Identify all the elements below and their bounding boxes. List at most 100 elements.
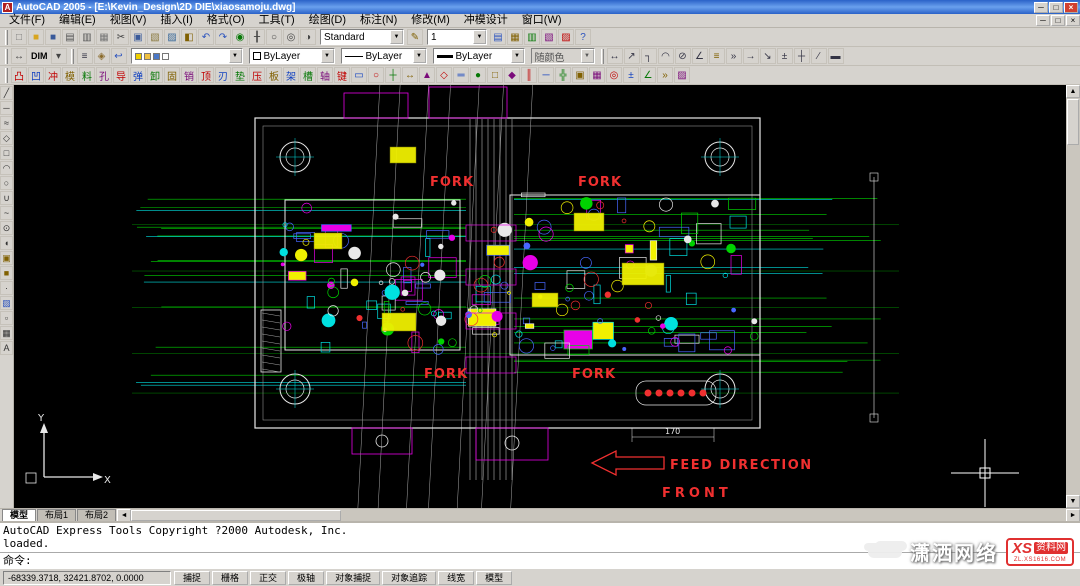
express-tool-18-icon[interactable]: ∠ [640, 67, 656, 83]
slot-icon[interactable]: 槽 [300, 67, 316, 83]
mdi-restore-button[interactable]: □ [1051, 15, 1065, 26]
style-brush-icon[interactable]: ✎ [407, 29, 423, 45]
publish-icon[interactable]: ▦ [96, 29, 112, 45]
press-icon[interactable]: 压 [249, 67, 265, 83]
minimize-button[interactable]: ─ [1034, 2, 1048, 13]
quick-dim-icon[interactable]: ≡ [709, 48, 725, 64]
dim-linear-icon[interactable]: ↔ [607, 48, 623, 64]
sheetset-icon[interactable]: ▧ [541, 29, 557, 45]
vertical-scroll-track[interactable] [1066, 146, 1080, 495]
toolbar-grip[interactable] [5, 30, 8, 45]
dim-flyout-icon[interactable]: ▾ [51, 48, 67, 64]
express-tool-12-icon[interactable]: ─ [538, 67, 554, 83]
status-polar-button[interactable]: 极轴 [288, 571, 324, 585]
cut-icon[interactable]: ✂ [113, 29, 129, 45]
express-tool-04-icon[interactable]: ↔ [402, 67, 418, 83]
express-tool-10-icon[interactable]: ◆ [504, 67, 520, 83]
mdi-close-button[interactable]: × [1066, 15, 1080, 26]
die-plate-icon[interactable]: 模 [62, 67, 78, 83]
express-tool-03-icon[interactable]: ┼ [385, 67, 401, 83]
dim-baseline-icon[interactable]: » [726, 48, 742, 64]
zoom-previous-icon[interactable]: ◑ [300, 29, 316, 45]
menu-tools[interactable]: 工具(T) [252, 14, 302, 27]
save-icon[interactable]: ■ [45, 29, 61, 45]
horizontal-scrollbar[interactable]: ◄ ► [117, 509, 1080, 521]
horizontal-scroll-thumb[interactable] [131, 510, 341, 521]
scroll-up-button[interactable]: ▲ [1066, 85, 1080, 98]
plot-preview-icon[interactable]: ▥ [79, 29, 95, 45]
menu-insert[interactable]: 插入(I) [153, 14, 199, 27]
dim-angular-icon[interactable]: ∠ [692, 48, 708, 64]
circle-icon[interactable]: ○ [0, 176, 13, 190]
toolbar-grip[interactable] [5, 68, 8, 83]
pad-icon[interactable]: 垫 [232, 67, 248, 83]
menu-die-design[interactable]: 冲模设计 [457, 14, 515, 27]
new-icon[interactable]: □ [11, 29, 27, 45]
lineweight-combo-arrow[interactable]: ▼ [511, 49, 524, 63]
stripper-icon[interactable]: 卸 [147, 67, 163, 83]
scale-combo[interactable]: 1 ▼ [427, 29, 487, 45]
stamp-icon[interactable]: 冲 [45, 67, 61, 83]
color-combo[interactable]: ByLayer ▼ [249, 48, 335, 64]
linetype-combo-arrow[interactable]: ▼ [413, 49, 426, 63]
paste-icon[interactable]: ▧ [147, 29, 163, 45]
block-icon[interactable]: ◧ [181, 29, 197, 45]
polygon-icon[interactable]: ◇ [0, 131, 13, 145]
markup-icon[interactable]: ▨ [558, 29, 574, 45]
hatch-icon[interactable]: ▨ [0, 296, 13, 310]
color-combo-arrow[interactable]: ▼ [321, 49, 334, 63]
express-tool-17-icon[interactable]: ± [623, 67, 639, 83]
express-tool-07-icon[interactable]: ═ [453, 67, 469, 83]
make-object-layer-icon[interactable]: ◈ [94, 48, 110, 64]
frame-icon[interactable]: 架 [283, 67, 299, 83]
status-model-button[interactable]: 模型 [476, 571, 512, 585]
xline-icon[interactable]: ─ [0, 101, 13, 115]
ellipse-arc-icon[interactable]: ◖ [0, 236, 13, 250]
express-tool-06-icon[interactable]: ◇ [436, 67, 452, 83]
table-icon[interactable]: ▦ [0, 326, 13, 340]
zoom-window-icon[interactable]: ◎ [283, 29, 299, 45]
line-icon[interactable]: ╱ [0, 86, 13, 100]
menu-draw[interactable]: 绘图(D) [302, 14, 353, 27]
express-tool-01-icon[interactable]: ▭ [351, 67, 367, 83]
revcloud-icon[interactable]: ∪ [0, 191, 13, 205]
command-window[interactable]: AutoCAD Express Tools Copyright ?2000 Au… [0, 521, 1080, 568]
horizontal-scroll-track[interactable] [341, 509, 1066, 521]
center-mark-icon[interactable]: ┼ [794, 48, 810, 64]
menu-view[interactable]: 视图(V) [103, 14, 154, 27]
menu-file[interactable]: 文件(F) [2, 14, 52, 27]
ellipse-icon[interactable]: ⊙ [0, 221, 13, 235]
restore-button[interactable]: □ [1049, 2, 1063, 13]
spline-icon[interactable]: ~ [0, 206, 13, 220]
express-tool-08-icon[interactable]: ● [470, 67, 486, 83]
dim-edit-icon[interactable]: ∕ [811, 48, 827, 64]
layer-combo[interactable]: ▼ [131, 48, 243, 64]
copy-icon[interactable]: ▣ [130, 29, 146, 45]
dim-aligned-icon[interactable]: ↗ [624, 48, 640, 64]
express-tool-09-icon[interactable]: □ [487, 67, 503, 83]
open-icon[interactable]: ■ [28, 29, 44, 45]
express-tool-05-icon[interactable]: ▲ [419, 67, 435, 83]
status-snap-button[interactable]: 捕捉 [174, 571, 210, 585]
strip-icon[interactable]: 料 [79, 67, 95, 83]
mdi-minimize-button[interactable]: ─ [1036, 15, 1050, 26]
make-block-icon[interactable]: ■ [0, 266, 13, 280]
quick-leader-icon[interactable]: ↘ [760, 48, 776, 64]
dim-diameter-icon[interactable]: ⊘ [675, 48, 691, 64]
cavity-icon[interactable]: 凹 [28, 67, 44, 83]
scroll-down-button[interactable]: ▼ [1066, 495, 1080, 508]
designcenter-icon[interactable]: ▦ [507, 29, 523, 45]
status-lwt-button[interactable]: 线宽 [438, 571, 474, 585]
express-tool-14-icon[interactable]: ▣ [572, 67, 588, 83]
text-style-combo-arrow[interactable]: ▼ [390, 30, 403, 44]
hole-icon[interactable]: 孔 [96, 67, 112, 83]
layer-combo-arrow[interactable]: ▼ [229, 49, 242, 63]
express-tool-16-icon[interactable]: ◎ [606, 67, 622, 83]
express-tool-20-icon[interactable]: ▨ [674, 67, 690, 83]
dim-radius-icon[interactable]: ◠ [658, 48, 674, 64]
point-icon[interactable]: · [0, 281, 13, 295]
plate-icon[interactable]: 板 [266, 67, 282, 83]
express-tool-11-icon[interactable]: ║ [521, 67, 537, 83]
qdim-icon[interactable]: ↔ [11, 48, 27, 64]
menu-dimension[interactable]: 标注(N) [353, 14, 404, 27]
